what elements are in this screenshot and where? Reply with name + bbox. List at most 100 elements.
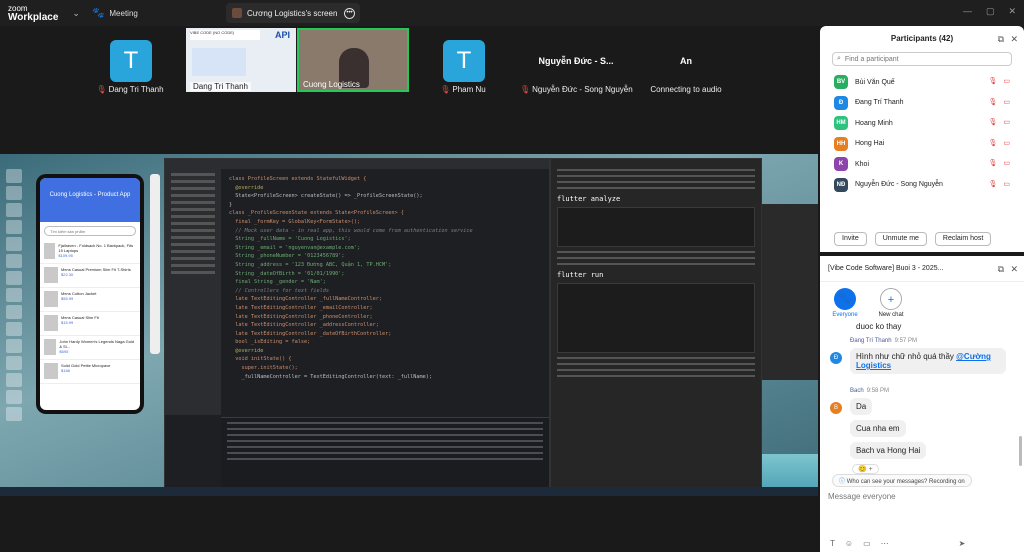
app-header: Cuong Logistics - Product App — [40, 178, 140, 222]
tab-new-chat[interactable]: + New chat — [873, 288, 909, 322]
message-text: Hình như chữ nhỏ quá thầy — [856, 352, 957, 361]
chat-panel: [Vibe Code Software] Buoi 3 - 2025... ⧉ … — [820, 256, 1024, 552]
code-line: @override — [229, 347, 264, 354]
message-time: 9:58 PM — [866, 388, 890, 394]
format-icon[interactable]: T — [830, 539, 835, 548]
code-line: late TextEditingController _emailControl… — [229, 304, 373, 311]
desktop-icons — [2, 166, 30, 486]
product-name: John Hardy Women's Legends Naga Gold & S… — [59, 339, 135, 349]
video-off-icon: ▭ — [1003, 139, 1010, 147]
invite-button[interactable]: Invite — [834, 232, 867, 246]
code-line: late TextEditingController _phoneControl… — [229, 313, 373, 320]
popout-icon[interactable]: ⧉ — [998, 256, 1004, 282]
tile-name: Pham Nu — [452, 85, 486, 94]
more-options-icon[interactable]: ••• — [344, 7, 355, 19]
shared-screen[interactable]: Cuong Logistics - Product App Tìm kiếm s… — [0, 154, 818, 496]
maximize-icon[interactable]: ▢ — [986, 6, 995, 17]
avatar: T — [110, 40, 152, 82]
attach-icon[interactable]: ▭ — [863, 539, 871, 548]
message-input[interactable]: Message everyone — [828, 492, 896, 501]
product-text: Fjallraven - Foldsack No. 1 Backpack, Fi… — [58, 243, 136, 260]
message-sender: Bach 9:58 PM — [850, 388, 889, 394]
paw-icon: 🐾 — [834, 288, 856, 310]
popout-icon[interactable]: ⧉ — [998, 26, 1004, 52]
message-list: duoc ko thay Đang Trí Thanh 9:57 PM Đ Hìn… — [820, 322, 1024, 482]
code-line: bool _isEditing = false; — [229, 339, 311, 346]
participant-name: Bùi Văn Quế — [855, 78, 895, 86]
unmute-me-button[interactable]: Unmute me — [874, 232, 927, 246]
product-image — [44, 267, 58, 283]
tile-display-name: Nguyễn Đức - S... — [538, 56, 614, 66]
participant-status: 🎙 ▭ — [988, 139, 1010, 147]
participant-name: Hoang Minh — [855, 119, 893, 127]
share-screen-tab[interactable]: Cương Logistics's screen ••• — [226, 3, 360, 23]
send-icon[interactable]: ➤ — [959, 539, 966, 548]
chat-message: Bach va Hong Hai — [850, 442, 927, 459]
tile-name-row: 🎙 Pham Nu — [409, 85, 517, 94]
terminal — [221, 417, 549, 491]
message-sender: Đang Trí Thanh 9:57 PM — [850, 338, 917, 344]
code-line: String _phoneNumber = '0123456789'; — [229, 253, 345, 260]
reclaim-host-button[interactable]: Reclaim host — [934, 232, 992, 246]
share-tab-label: Cương Logistics's screen — [247, 8, 338, 18]
more-icon[interactable]: ⋯ — [881, 539, 889, 548]
participant-tile[interactable]: Nguyễn Đức - S... 🎙 Nguyễn Đức - Song Ngu… — [520, 28, 633, 94]
command-analyze: flutter analyze — [557, 195, 621, 203]
participant-row[interactable]: NĐ Nguyễn Đức - Song Nguyễn 🎙 ▭ — [820, 175, 1024, 196]
participant-name: Nguyễn Đức - Song Nguyễn — [855, 181, 943, 189]
video-tile[interactable]: VIBE CODE (NO CODE) API Dang Tri Thanh — [186, 28, 296, 92]
participant-row[interactable]: K Khoi 🎙 ▭ — [820, 154, 1024, 175]
participant-name: Khoi — [855, 160, 870, 168]
close-icon[interactable]: ✕ — [1008, 6, 1016, 17]
add-reaction-button[interactable]: 😊 + — [852, 464, 879, 474]
brand-bottom: Workplace — [8, 12, 59, 23]
chat-scrollbar[interactable] — [1019, 436, 1022, 466]
participant-status: 🎙 ▭ — [988, 118, 1010, 126]
close-icon[interactable]: ✕ — [1010, 26, 1018, 52]
video-api-text: API — [274, 30, 290, 40]
participant-search[interactable]: ⌕ Find a participant — [832, 52, 1012, 66]
chat-message: duoc ko thay — [856, 322, 902, 331]
code-line: late TextEditingController _addressContr… — [229, 322, 379, 329]
participant-tile[interactable]: T 🎙 Pham Nu — [409, 28, 517, 94]
participant-row[interactable]: HH Hong Hai 🎙 ▭ — [820, 134, 1024, 155]
participant-row[interactable]: Đ Đang Trí Thanh 🎙 ▭ — [820, 93, 1024, 114]
close-icon[interactable]: ✕ — [1010, 256, 1018, 282]
mic-off-icon: 🎙 — [96, 85, 107, 94]
code-content: class ProfileScreen extends StatefulWidg… — [229, 175, 547, 415]
search-icon: ⌕ — [837, 55, 841, 62]
minimize-icon[interactable]: — — [963, 6, 972, 17]
plus-icon: + — [880, 288, 902, 310]
product-text: John Hardy Women's Legends Naga Gold & S… — [59, 339, 136, 356]
meeting-label: Meeting — [109, 8, 138, 18]
avatar: HM — [834, 116, 848, 131]
sharer-avatar — [232, 8, 242, 18]
participant-row[interactable]: HM Hoang Minh 🎙 ▭ — [820, 113, 1024, 134]
avatar: HH — [834, 136, 848, 151]
code-line: } — [229, 201, 233, 208]
emoji-icon[interactable]: ☺ — [845, 539, 853, 548]
product-price: $55.99 — [61, 296, 74, 301]
visibility-notice[interactable]: ⓘ Who can see your messages? Recording o… — [832, 474, 972, 487]
tab-everyone[interactable]: 🐾 Everyone — [827, 288, 863, 322]
tile-name: Nguyễn Đức - Song Nguyễn — [532, 85, 633, 94]
chevron-down-icon[interactable]: ⌄ — [72, 8, 80, 19]
product-price: $15.99 — [61, 320, 74, 325]
participant-actions: Invite Unmute me Reclaim host — [834, 232, 992, 246]
window-controls: — ▢ ✕ — [963, 6, 1016, 17]
code-line: late TextEditingController _fullNameCont… — [229, 296, 383, 303]
participant-tile[interactable]: T 🎙 Dang Tri Thanh — [76, 28, 184, 94]
product-text: Mens Casual Slim Fit $15.99 — [61, 315, 99, 332]
avatar: Đ — [834, 95, 848, 110]
meeting-menu[interactable]: 🐾 Meeting — [92, 8, 138, 19]
search-input[interactable]: Find a participant — [845, 56, 899, 63]
participant-row[interactable]: BV Bùi Văn Quế 🎙 ▭ — [820, 72, 1024, 93]
code-line: String _address = '123 Đường ABC, Quận 1… — [229, 261, 392, 268]
avatar: Đ — [830, 352, 842, 364]
participants-panel: Participants (42) ⧉ ✕ ⌕ Find a participa… — [820, 26, 1024, 252]
participant-status: 🎙 ▭ — [988, 159, 1010, 167]
mic-off-icon: 🎙 — [988, 180, 998, 188]
participant-tile[interactable]: An Connecting to audio — [632, 28, 740, 94]
active-speaker-tile[interactable]: Cuong Logistics — [297, 28, 409, 92]
product-item: Fjallraven - Foldsack No. 1 Backpack, Fi… — [40, 240, 140, 264]
